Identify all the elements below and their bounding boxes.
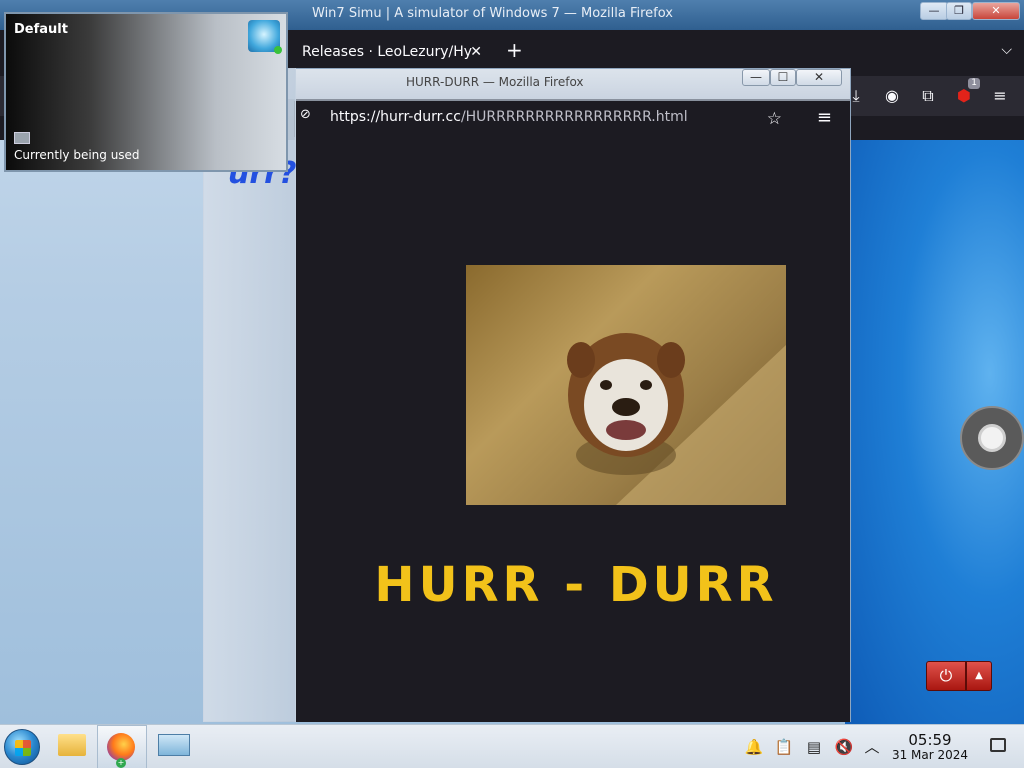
power-button[interactable]: ⏻	[926, 661, 966, 691]
thumbnail-subtitle: Currently being used	[14, 148, 140, 162]
plus-icon: +	[116, 758, 126, 768]
url-host: https://hurr-durr.cc	[330, 109, 461, 125]
list-all-tabs-icon[interactable]: ⌵	[1001, 42, 1012, 58]
front-minimize-button[interactable]: —	[742, 69, 770, 86]
notifications-icon[interactable]: 🔔	[744, 737, 764, 757]
status-dot	[274, 46, 282, 54]
front-window-titlebar[interactable]: HURR-DURR — Mozilla Firefox — ☐ ✕	[204, 69, 850, 99]
ublock-icon[interactable]: ⬢ 1	[952, 78, 980, 108]
front-app-menu-icon[interactable]: ≡	[817, 107, 832, 128]
power-options-arrow-icon[interactable]: ▲	[966, 661, 992, 691]
bookmark-star-icon[interactable]: ☆	[767, 109, 782, 129]
back-close-button[interactable]: ✕	[972, 2, 1020, 20]
url-field[interactable]: https://hurr-durr.cc/HURRRRRRRRRRRRRRRRR…	[300, 103, 770, 133]
volume-muted-icon[interactable]: 🔇	[834, 737, 854, 757]
clipboard-icon[interactable]: 📋	[774, 737, 794, 757]
front-close-button[interactable]: ✕	[796, 69, 842, 86]
tab-close-icon[interactable]: ✕	[470, 44, 482, 60]
back-restore-button[interactable]: ❐	[946, 2, 972, 20]
page-content: HURR - DURR	[296, 137, 850, 722]
taskbar-firefox[interactable]: +	[97, 725, 147, 768]
start-button[interactable]	[4, 729, 40, 765]
monitor-icon	[158, 734, 190, 756]
tray-expand-icon[interactable]: ︿	[862, 737, 882, 757]
tab-releases[interactable]: Releases · LeoLezury/Hy ✕	[286, 36, 516, 70]
firefox-icon	[107, 733, 135, 761]
taskbar: + 🔔 📋 ▤ 🔇 ︿ 05:59 31 Mar 2024	[0, 724, 1024, 768]
clock-date[interactable]: 31 Mar 2024	[886, 748, 974, 762]
new-tab-button[interactable]: +	[506, 38, 523, 62]
storage-icon[interactable]: ▤	[804, 737, 824, 757]
back-window-title: Win7 Simu | A simulator of Windows 7 — M…	[312, 6, 673, 21]
front-window-title: HURR-DURR — Mozilla Firefox	[406, 75, 584, 89]
back-minimize-button[interactable]: —	[920, 2, 948, 20]
front-firefox-window[interactable]: HURR-DURR — Mozilla Firefox — ☐ ✕ ⊘ http…	[203, 68, 851, 722]
show-desktop-button[interactable]	[990, 738, 1006, 752]
page-heading: HURR - DURR	[374, 557, 778, 613]
power-menu[interactable]: ⏻ ▲	[926, 661, 992, 691]
window-mini-icon	[14, 132, 30, 144]
windows-logo-icon	[15, 740, 31, 756]
thumbnail-title: Default	[14, 22, 68, 37]
account-icon[interactable]: ◉	[880, 84, 904, 108]
activity-thumbnail[interactable]: Default Currently being used	[4, 12, 288, 172]
folder-icon	[58, 734, 86, 756]
assistive-touch-button[interactable]	[960, 406, 1024, 470]
bulldog-image	[466, 265, 786, 505]
url-path: /HURRRRRRRRRRRRRRRRR.html	[460, 109, 688, 125]
circle-icon	[978, 424, 1006, 452]
app-menu-icon[interactable]: ≡	[988, 84, 1012, 108]
clock-time[interactable]: 05:59	[898, 731, 962, 749]
extension-badge: 1	[968, 78, 980, 89]
taskbar-file-explorer[interactable]	[46, 725, 96, 768]
extensions-icon[interactable]: ⧉	[916, 84, 940, 108]
tab-label: Releases · LeoLezury/Hy	[302, 44, 473, 60]
front-url-toolbar: ⊘ https://hurr-durr.cc/HURRRRRRRRRRRRRRR…	[294, 101, 850, 137]
activity-icon	[248, 20, 282, 54]
front-maximize-button[interactable]: ☐	[770, 69, 796, 86]
taskbar-system-monitor[interactable]	[150, 725, 200, 768]
